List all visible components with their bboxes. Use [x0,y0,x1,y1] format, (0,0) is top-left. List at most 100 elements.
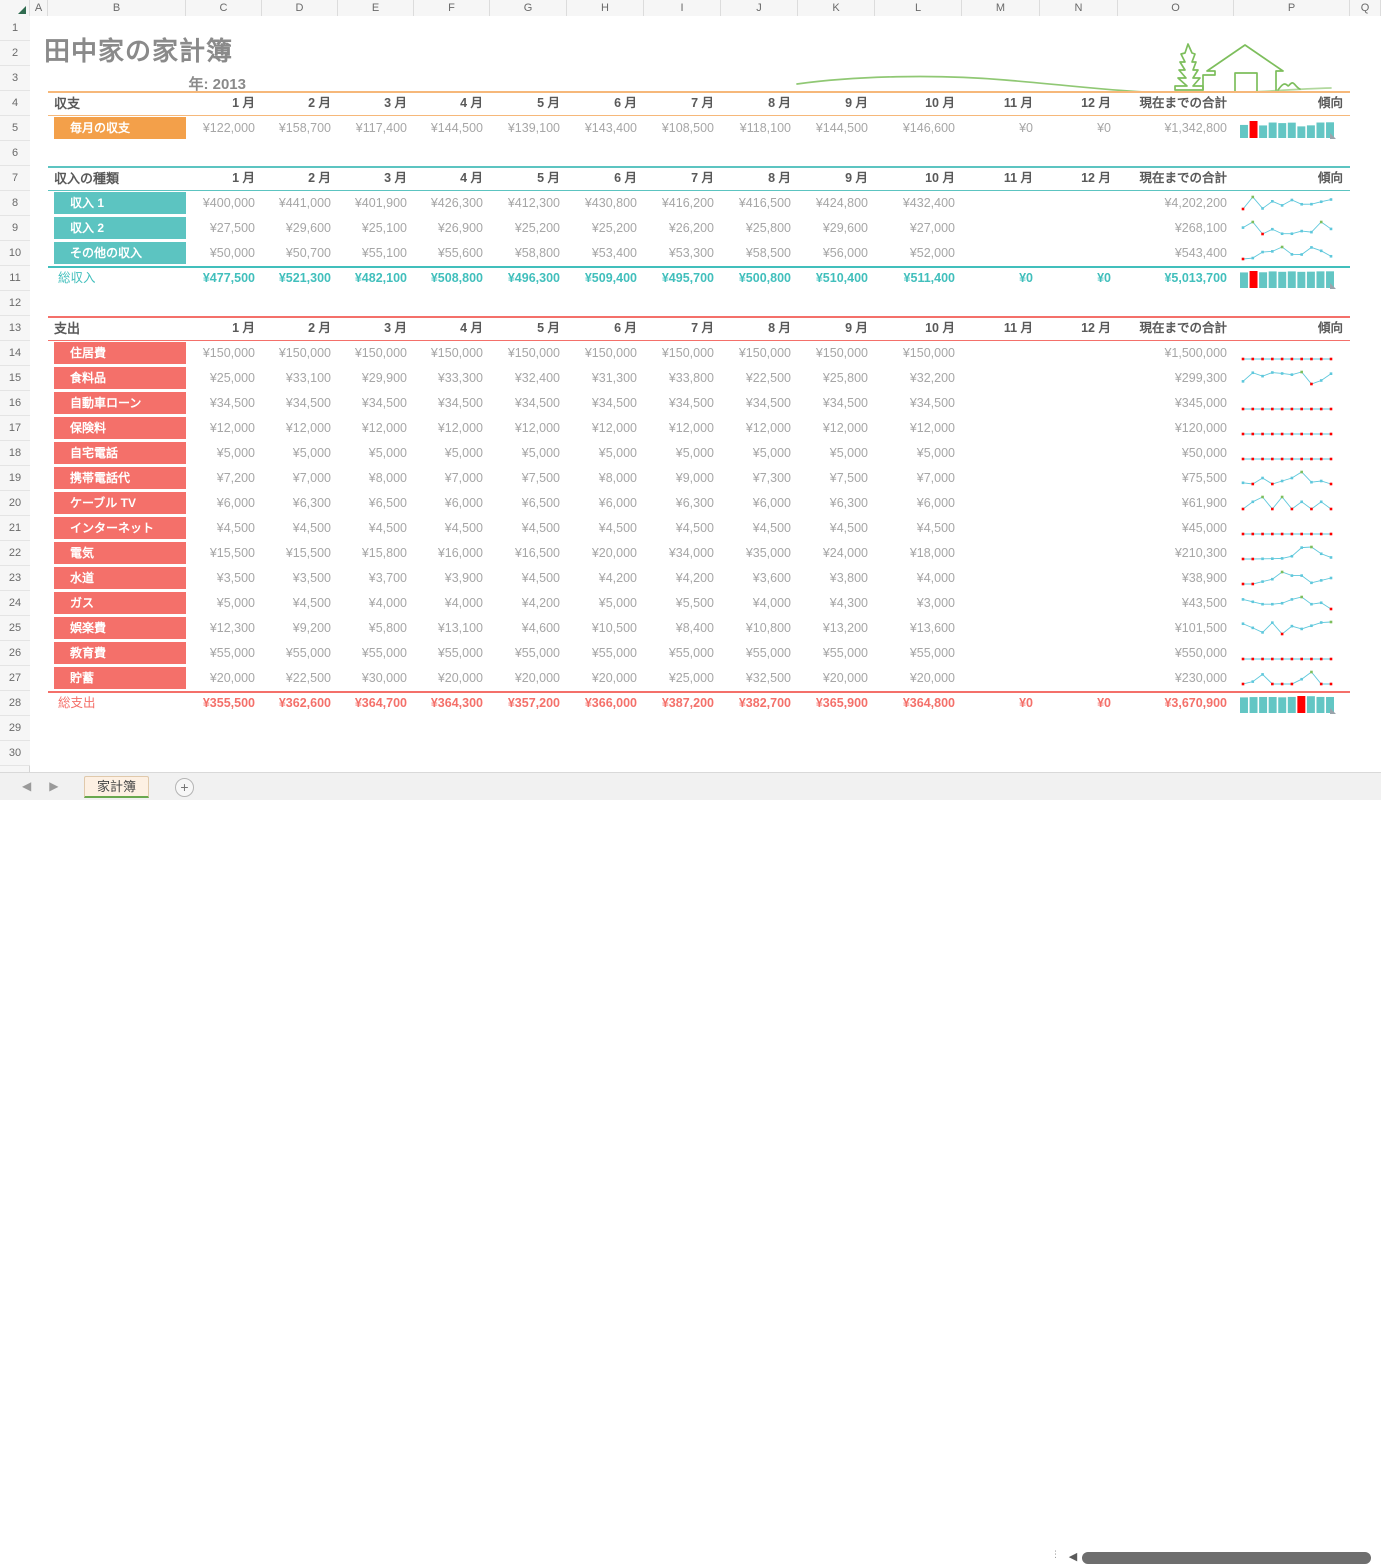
row-header-11[interactable]: 11 [0,266,30,291]
value-expenses-2-m3[interactable]: ¥34,500 [338,391,414,416]
value-income-0-m10[interactable]: ¥432,400 [875,191,962,216]
row-header-26[interactable]: 26 [0,641,30,666]
grand-total-income[interactable]: ¥5,013,700 [1118,266,1234,291]
value-expenses-0-m12[interactable] [1040,341,1118,366]
value-expenses-1-m6[interactable]: ¥31,300 [567,366,644,391]
value-income-0-m1[interactable]: ¥400,000 [186,191,262,216]
value-income-1-m1[interactable]: ¥27,500 [186,216,262,241]
row-header-30[interactable]: 30 [0,741,30,766]
column-header-J[interactable]: J [721,0,798,16]
row-header-8[interactable]: 8 [0,191,30,216]
value-expenses-9-m11[interactable] [962,566,1040,591]
scroll-left-arrow-icon[interactable]: ◀ [1066,1551,1080,1565]
row-header-4[interactable]: 4 [0,91,30,116]
value-income-2-m4[interactable]: ¥55,600 [414,241,490,266]
category-label-expenses-4[interactable]: 自宅電話 [54,442,186,464]
value-expenses-11-m4[interactable]: ¥13,100 [414,616,490,641]
value-expenses-8-m7[interactable]: ¥34,000 [644,541,721,566]
value-expenses-2-m1[interactable]: ¥34,500 [186,391,262,416]
column-header-F[interactable]: F [414,0,490,16]
value-income-1-m7[interactable]: ¥26,200 [644,216,721,241]
sheet-nav-arrows[interactable]: ◀ ▶ [22,779,58,793]
category-label-expenses-0[interactable]: 住居費 [54,342,186,364]
value-expenses-0-m10[interactable]: ¥150,000 [875,341,962,366]
value-expenses-13-m2[interactable]: ¥22,500 [262,666,338,691]
value-expenses-12-m9[interactable]: ¥55,000 [798,641,875,666]
value-income-0-m7[interactable]: ¥416,200 [644,191,721,216]
column-header-G[interactable]: G [490,0,567,16]
value-income-2-m7[interactable]: ¥53,300 [644,241,721,266]
category-label-income-2[interactable]: その他の収入 [54,242,186,264]
value-balance-0-m10[interactable]: ¥146,600 [875,116,962,141]
value-income-2-m9[interactable]: ¥56,000 [798,241,875,266]
value-balance-0-m5[interactable]: ¥139,100 [490,116,567,141]
value-expenses-11-m10[interactable]: ¥13,600 [875,616,962,641]
value-expenses-1-m2[interactable]: ¥33,100 [262,366,338,391]
value-expenses-6-m10[interactable]: ¥6,000 [875,491,962,516]
value-expenses-7-m4[interactable]: ¥4,500 [414,516,490,541]
value-expenses-5-m12[interactable] [1040,466,1118,491]
value-expenses-10-m7[interactable]: ¥5,500 [644,591,721,616]
value-expenses-13-m11[interactable] [962,666,1040,691]
value-expenses-7-m11[interactable] [962,516,1040,541]
value-expenses-11-m1[interactable]: ¥12,300 [186,616,262,641]
total-expenses-m3[interactable]: ¥364,700 [338,691,414,716]
value-expenses-11-m5[interactable]: ¥4,600 [490,616,567,641]
grand-total-expenses[interactable]: ¥3,670,900 [1118,691,1234,716]
total-income-m9[interactable]: ¥510,400 [798,266,875,291]
value-expenses-8-m6[interactable]: ¥20,000 [567,541,644,566]
value-expenses-12-m11[interactable] [962,641,1040,666]
column-header-H[interactable]: H [567,0,644,16]
value-expenses-10-m9[interactable]: ¥4,300 [798,591,875,616]
value-income-2-m11[interactable] [962,241,1040,266]
column-header-N[interactable]: N [1040,0,1118,16]
column-header-B[interactable]: B [48,0,186,16]
row-header-7[interactable]: 7 [0,166,30,191]
value-expenses-4-m6[interactable]: ¥5,000 [567,441,644,466]
value-expenses-7-m10[interactable]: ¥4,500 [875,516,962,541]
value-expenses-2-m9[interactable]: ¥34,500 [798,391,875,416]
value-balance-0-m7[interactable]: ¥108,500 [644,116,721,141]
row-header-10[interactable]: 10 [0,241,30,266]
value-income-0-m3[interactable]: ¥401,900 [338,191,414,216]
total-expenses-m8[interactable]: ¥382,700 [721,691,798,716]
row-total-expenses-12[interactable]: ¥550,000 [1118,641,1234,666]
total-expenses-m1[interactable]: ¥355,500 [186,691,262,716]
value-expenses-12-m10[interactable]: ¥55,000 [875,641,962,666]
value-expenses-1-m9[interactable]: ¥25,800 [798,366,875,391]
value-expenses-4-m3[interactable]: ¥5,000 [338,441,414,466]
row-header-18[interactable]: 18 [0,441,30,466]
value-expenses-7-m9[interactable]: ¥4,500 [798,516,875,541]
total-expenses-m4[interactable]: ¥364,300 [414,691,490,716]
value-expenses-12-m2[interactable]: ¥55,000 [262,641,338,666]
row-total-income-0[interactable]: ¥4,202,200 [1118,191,1234,216]
value-expenses-8-m11[interactable] [962,541,1040,566]
value-balance-0-m6[interactable]: ¥143,400 [567,116,644,141]
row-header-5[interactable]: 5 [0,116,30,141]
row-total-expenses-5[interactable]: ¥75,500 [1118,466,1234,491]
row-header-24[interactable]: 24 [0,591,30,616]
row-total-expenses-2[interactable]: ¥345,000 [1118,391,1234,416]
value-expenses-13-m6[interactable]: ¥20,000 [567,666,644,691]
value-income-2-m6[interactable]: ¥53,400 [567,241,644,266]
value-income-1-m12[interactable] [1040,216,1118,241]
value-expenses-2-m2[interactable]: ¥34,500 [262,391,338,416]
value-expenses-3-m11[interactable] [962,416,1040,441]
value-income-1-m10[interactable]: ¥27,000 [875,216,962,241]
value-expenses-10-m11[interactable] [962,591,1040,616]
value-expenses-9-m7[interactable]: ¥4,200 [644,566,721,591]
value-income-2-m2[interactable]: ¥50,700 [262,241,338,266]
total-expenses-m9[interactable]: ¥365,900 [798,691,875,716]
row-total-expenses-3[interactable]: ¥120,000 [1118,416,1234,441]
value-income-2-m5[interactable]: ¥58,800 [490,241,567,266]
value-balance-0-m9[interactable]: ¥144,500 [798,116,875,141]
value-expenses-13-m4[interactable]: ¥20,000 [414,666,490,691]
worksheet-surface[interactable]: 田中家の家計簿 年: 2013 収支 1 月2 月3 月4 月5 月6 月7 月8… [30,16,1381,772]
value-expenses-9-m6[interactable]: ¥4,200 [567,566,644,591]
value-expenses-6-m12[interactable] [1040,491,1118,516]
value-expenses-13-m12[interactable] [1040,666,1118,691]
value-expenses-11-m8[interactable]: ¥10,800 [721,616,798,641]
value-expenses-13-m3[interactable]: ¥30,000 [338,666,414,691]
row-header-9[interactable]: 9 [0,216,30,241]
value-expenses-8-m3[interactable]: ¥15,800 [338,541,414,566]
